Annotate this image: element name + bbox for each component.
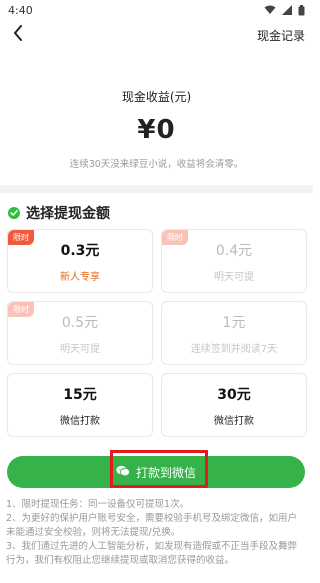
rule-item: 2、为更好的保护用户账号安全，需要校验手机号及绑定微信，如用户未能通过安全校验，… [6, 513, 298, 538]
option-subtitle: 连续签到并阅读7天 [190, 343, 278, 355]
signal-icon [282, 5, 292, 15]
section-title: 选择提现金额 [8, 203, 110, 223]
option-subtitle: 微信打款 [60, 415, 100, 427]
option-0-4[interactable]: 限时 0.4元 明天可提 [161, 229, 307, 293]
option-1[interactable]: 1元 连续签到并阅读7天 [161, 301, 307, 365]
option-subtitle: 明天可提 [60, 343, 100, 355]
balance-amount: ¥0 [137, 115, 176, 145]
back-button[interactable] [8, 25, 28, 45]
option-amount: 0.4元 [215, 242, 253, 259]
balance-title: 现金收益(元) [121, 90, 192, 104]
battery-icon [298, 4, 305, 16]
option-0-5[interactable]: 限时 0.5元 明天可提 [7, 301, 153, 365]
option-amount: 15元 [63, 386, 97, 403]
section-divider [0, 185, 313, 193]
rule-item: 3、我们通过先进的人工智能分析，如发现有造假或不正当手段及舞弊行为，我们有权阻止… [6, 541, 298, 566]
option-subtitle: 新人专享 [60, 271, 100, 283]
status-bar: 4:40 [0, 0, 313, 20]
rule-item: 1、限时提现任务：同一设备仅可提现1次。 [6, 499, 190, 510]
option-subtitle: 微信打款 [214, 415, 254, 427]
withdraw-options-grid: 限时 0.3元 新人专享 限时 0.4元 明天可提 限时 0.5元 明天可提 1… [7, 229, 307, 437]
back-arrow-icon [13, 25, 23, 45]
option-30[interactable]: 30元 微信打款 [161, 373, 307, 437]
highlight-box [110, 450, 208, 488]
withdraw-rules: 1、限时提现任务：同一设备仅可提现1次。 2、为更好的保护用户账号安全，需要校验… [6, 498, 306, 568]
option-amount: 1元 [222, 314, 246, 331]
option-amount: 0.5元 [61, 314, 99, 331]
top-bar: 现金记录 [0, 20, 313, 50]
option-amount: 30元 [217, 386, 251, 403]
option-amount: 0.3元 [60, 242, 100, 259]
option-0-3[interactable]: 限时 0.3元 新人专享 [7, 229, 153, 293]
option-15[interactable]: 15元 微信打款 [7, 373, 153, 437]
limited-time-tag: 限时 [162, 230, 188, 245]
limited-time-tag: 限时 [8, 230, 34, 245]
limited-time-tag: 限时 [8, 302, 34, 317]
withdraw-button-area: 打款到微信 [7, 450, 305, 488]
cash-record-link[interactable]: 现金记录 [257, 27, 305, 44]
option-subtitle: 明天可提 [214, 271, 254, 283]
section-title-text: 选择提现金额 [26, 206, 110, 222]
status-time: 4:40 [8, 3, 33, 17]
wifi-icon [264, 5, 276, 15]
balance-note: 连续30天没来绿豆小说，收益将会清零。 [69, 159, 244, 170]
check-icon [8, 207, 20, 219]
